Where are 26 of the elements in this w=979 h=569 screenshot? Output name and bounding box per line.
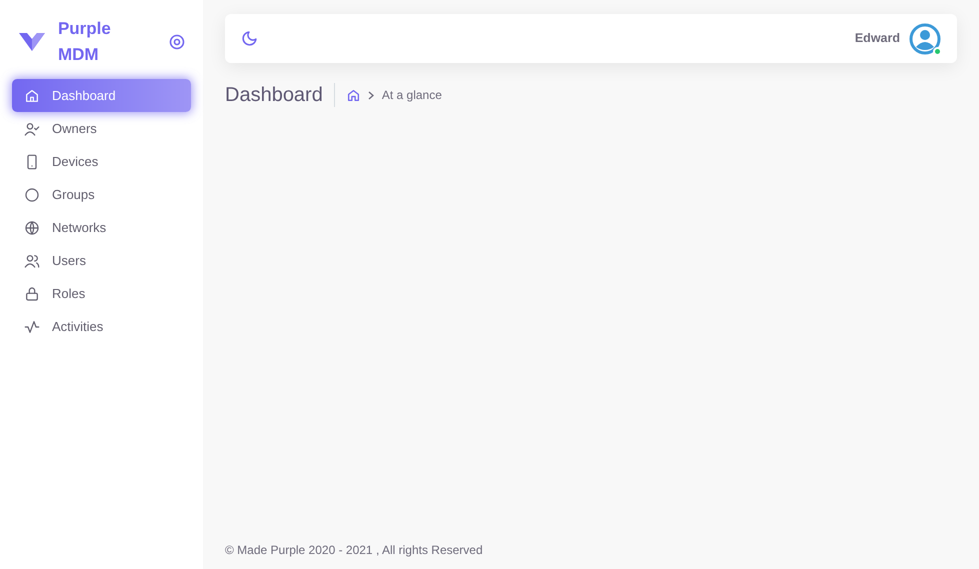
globe-icon <box>24 220 40 236</box>
lock-icon <box>24 286 40 302</box>
copyright-text: © Made Purple 2020 - 2021 , All rights Reserved <box>225 542 484 559</box>
nav-item[interactable]: Owners <box>12 112 191 145</box>
nav-item[interactable]: Dashboard <box>12 79 191 112</box>
breadcrumb-item[interactable]: At a glance <box>382 86 442 104</box>
home-icon <box>24 88 40 104</box>
brand-name: Purple MDM <box>58 18 112 66</box>
nav-item[interactable]: Roles <box>12 277 191 310</box>
avatar-icon[interactable] <box>909 22 941 54</box>
page-title: Dashboard <box>225 83 335 107</box>
nav-item[interactable]: Devices <box>12 145 191 178</box>
home-icon[interactable] <box>346 88 360 102</box>
activity-icon <box>24 318 40 334</box>
radio-icon[interactable] <box>169 34 185 50</box>
nav-item[interactable]: Users <box>12 244 191 277</box>
logo-icon <box>18 30 46 52</box>
user-name: Edward <box>854 30 900 48</box>
nav-item[interactable]: Groups <box>12 178 191 211</box>
nav-item[interactable]: Networks <box>12 211 191 244</box>
chevron-icon <box>368 90 374 100</box>
nav-item[interactable]: Activities <box>12 310 191 343</box>
moon-icon[interactable] <box>241 30 258 47</box>
circle-icon <box>24 186 40 202</box>
users-icon <box>24 252 40 268</box>
user-check-icon <box>24 120 40 136</box>
